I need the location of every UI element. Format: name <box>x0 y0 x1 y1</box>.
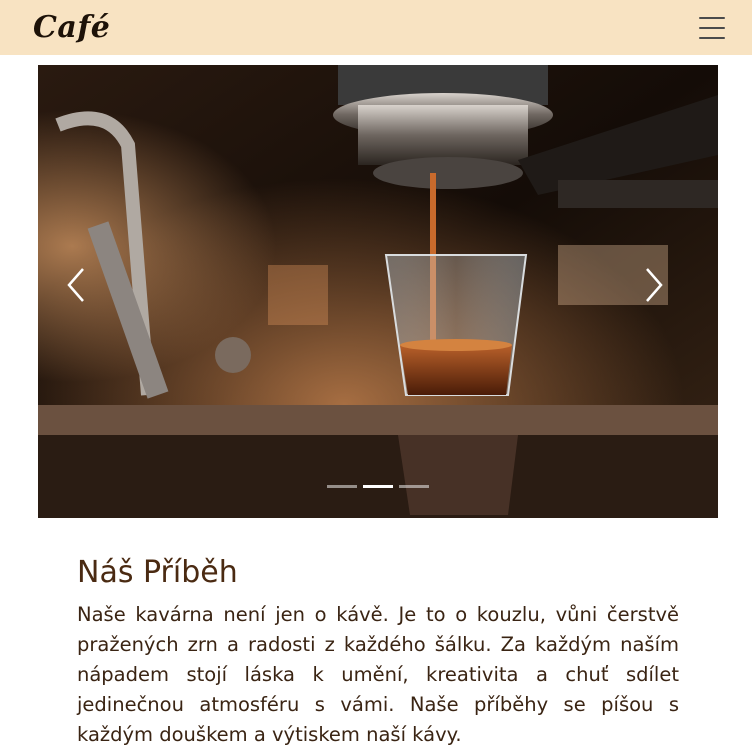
image-carousel <box>38 65 718 518</box>
story-title: Náš Příběh <box>77 555 238 590</box>
carousel-indicator-3[interactable] <box>399 485 429 488</box>
hamburger-menu-icon[interactable] <box>699 16 725 39</box>
carousel-slide-image <box>38 65 718 518</box>
story-text: Naše kavárna není jen o kávě. Je to o ko… <box>77 603 679 746</box>
story-section: Náš Příběh Naše kavárna není jen o kávě.… <box>77 555 679 750</box>
chevron-left-icon <box>67 268 84 302</box>
carousel-indicator-1[interactable] <box>327 485 357 488</box>
carousel-next-button[interactable] <box>643 265 693 320</box>
carousel-prev-button[interactable] <box>63 265 113 320</box>
brand-logo[interactable]: Café <box>33 10 110 45</box>
carousel-indicator-2[interactable] <box>363 485 393 488</box>
navbar: Café <box>0 0 752 55</box>
carousel-indicators <box>38 485 718 488</box>
chevron-right-icon <box>646 268 663 302</box>
